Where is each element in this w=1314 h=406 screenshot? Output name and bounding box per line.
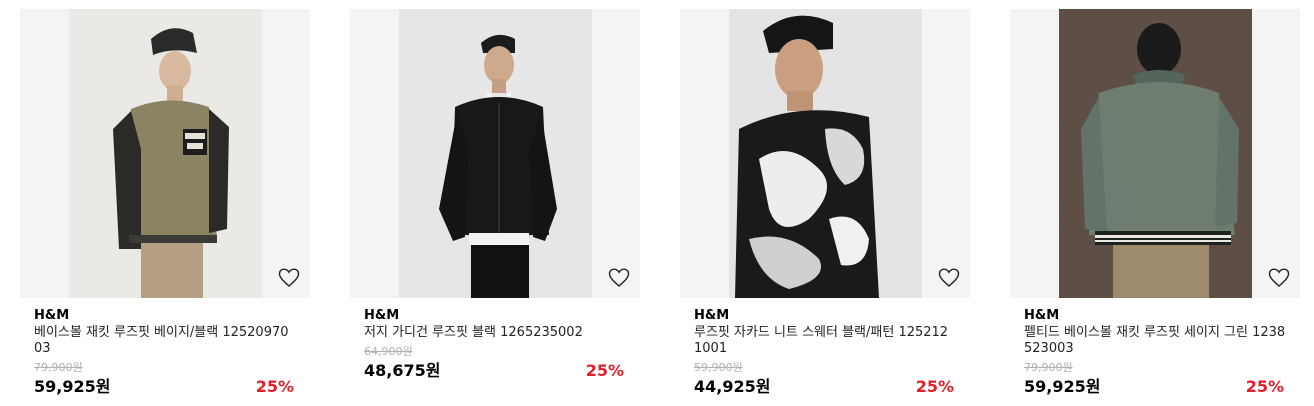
original-price: 59,900원: [694, 361, 743, 374]
product-grid: H&M 베이스볼 재킷 루즈핏 베이지/블랙 1252097003 79,900…: [0, 0, 1314, 406]
sale-price: 48,675원: [364, 361, 441, 380]
price-row: 48,675원 25%: [364, 361, 640, 383]
product-name[interactable]: 베이스볼 재킷 루즈핏 베이지/블랙 1252097003: [34, 325, 296, 357]
product-image-frame[interactable]: [680, 9, 970, 298]
product-info: H&M 베이스볼 재킷 루즈핏 베이지/블랙 1252097003 79,900…: [20, 298, 310, 399]
product-card[interactable]: H&M 펠티드 베이스볼 재킷 루즈핏 세이지 그린 1238523003 79…: [1010, 9, 1300, 399]
product-info: H&M 펠티드 베이스볼 재킷 루즈핏 세이지 그린 1238523003 79…: [1010, 298, 1300, 399]
product-brand[interactable]: H&M: [364, 308, 640, 324]
wishlist-heart-icon[interactable]: [938, 268, 960, 288]
product-card[interactable]: H&M 저지 가디건 루즈핏 블랙 1265235002 64,900원 48,…: [350, 9, 640, 383]
product-image-frame[interactable]: [1010, 9, 1300, 298]
product-photo[interactable]: [1059, 9, 1252, 298]
product-image-frame[interactable]: [20, 9, 310, 298]
product-brand[interactable]: H&M: [694, 308, 970, 324]
product-photo[interactable]: [399, 9, 592, 298]
product-image-frame[interactable]: [350, 9, 640, 298]
discount-rate: 25%: [255, 377, 294, 396]
product-photo[interactable]: [729, 9, 922, 298]
price-row: 44,925원 25%: [694, 377, 970, 399]
price-row: 59,925원 25%: [34, 377, 310, 399]
sale-price: 59,925원: [34, 377, 111, 396]
product-photo[interactable]: [69, 9, 262, 298]
product-card[interactable]: H&M 루즈핏 자카드 니트 스웨터 블랙/패턴 1252121001 59,9…: [680, 9, 970, 399]
discount-rate: 25%: [915, 377, 954, 396]
wishlist-heart-icon[interactable]: [1268, 268, 1290, 288]
product-brand[interactable]: H&M: [1024, 308, 1300, 324]
original-price: 79,900원: [1024, 361, 1073, 374]
original-price: 79,900원: [34, 361, 83, 374]
sale-price: 59,925원: [1024, 377, 1101, 396]
product-brand[interactable]: H&M: [34, 308, 310, 324]
product-card[interactable]: H&M 베이스볼 재킷 루즈핏 베이지/블랙 1252097003 79,900…: [20, 9, 310, 399]
sale-price: 44,925원: [694, 377, 771, 396]
product-info: H&M 저지 가디건 루즈핏 블랙 1265235002 64,900원 48,…: [350, 298, 640, 383]
wishlist-heart-icon[interactable]: [608, 268, 630, 288]
product-name[interactable]: 저지 가디건 루즈핏 블랙 1265235002: [364, 325, 626, 341]
product-name[interactable]: 펠티드 베이스볼 재킷 루즈핏 세이지 그린 1238523003: [1024, 325, 1286, 357]
discount-rate: 25%: [1245, 377, 1284, 396]
wishlist-heart-icon[interactable]: [278, 268, 300, 288]
discount-rate: 25%: [585, 361, 624, 380]
price-row: 59,925원 25%: [1024, 377, 1300, 399]
product-name[interactable]: 루즈핏 자카드 니트 스웨터 블랙/패턴 1252121001: [694, 325, 956, 357]
original-price: 64,900원: [364, 345, 413, 358]
product-info: H&M 루즈핏 자카드 니트 스웨터 블랙/패턴 1252121001 59,9…: [680, 298, 970, 399]
